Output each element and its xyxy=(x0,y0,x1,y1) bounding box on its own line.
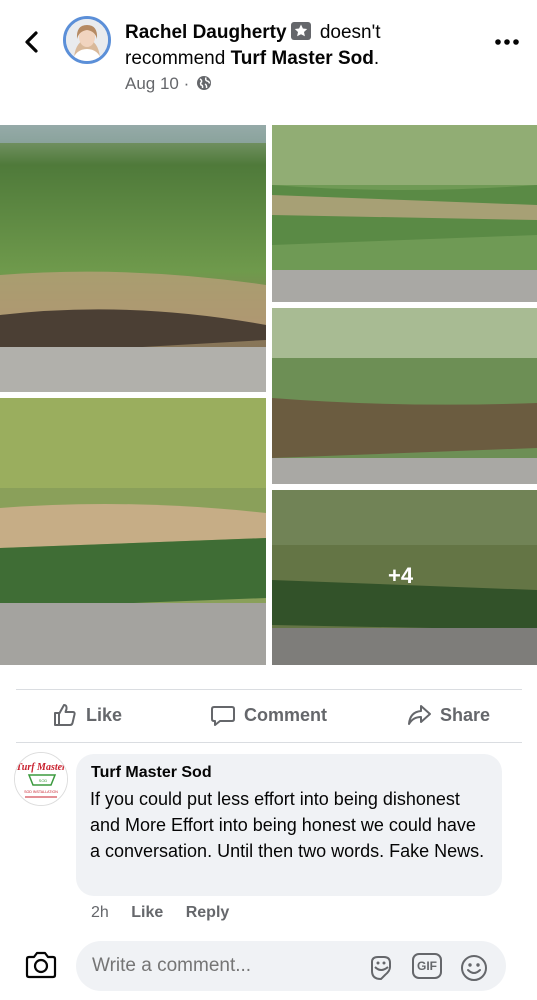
headline-period: . xyxy=(373,48,380,69)
meta-separator: · xyxy=(183,74,190,93)
star-badge-icon xyxy=(290,22,311,40)
commenter-avatar[interactable]: Turf Master SOD SOD INSTALLATION xyxy=(14,752,68,806)
chevron-left-icon[interactable] xyxy=(18,28,46,56)
divider-bottom xyxy=(16,742,522,743)
comment-reply-button[interactable]: Reply xyxy=(186,904,230,921)
comment-bubble: Turf Master Sod If you could put less ef… xyxy=(76,754,502,896)
post-headline: Rachel Daugherty doesn't recommend Turf … xyxy=(125,20,475,72)
logo-text-line2: SOD xyxy=(39,778,48,783)
comment-icon xyxy=(211,706,235,726)
comment-meta: 2h Like Reply xyxy=(91,904,247,922)
commenter-name[interactable]: Turf Master Sod xyxy=(91,764,488,782)
thumbs-up-icon xyxy=(54,704,76,726)
post-header: Rachel Daugherty doesn't recommend Turf … xyxy=(0,0,537,120)
post-actions: Like Comment Share xyxy=(16,690,522,742)
like-button[interactable]: Like xyxy=(52,702,122,728)
post-meta: Aug 10 · xyxy=(125,74,212,94)
share-label: Share xyxy=(440,704,491,725)
more-photos-count[interactable]: +4 xyxy=(388,563,413,589)
more-horizontal-icon[interactable] xyxy=(492,32,522,52)
like-label: Like xyxy=(86,704,123,725)
sticker-icon[interactable] xyxy=(366,953,396,983)
comment-like-button[interactable]: Like xyxy=(131,904,163,921)
post-date[interactable]: Aug 10 xyxy=(125,74,179,93)
page-name[interactable]: Turf Master Sod xyxy=(231,48,374,69)
emoji-icon[interactable] xyxy=(459,953,489,983)
photo-grid: +4 xyxy=(0,125,537,665)
globe-icon xyxy=(197,76,212,90)
author-avatar[interactable] xyxy=(63,16,111,64)
photo-3[interactable] xyxy=(272,308,537,484)
author-name[interactable]: Rachel Daugherty xyxy=(125,22,287,43)
comment-label: Comment xyxy=(244,704,328,725)
comment-text: If you could put less effort into being … xyxy=(90,789,485,861)
photo-1[interactable] xyxy=(0,125,266,392)
gif-icon[interactable]: GIF xyxy=(412,953,442,979)
share-icon xyxy=(408,705,431,725)
verb-text: doesn't xyxy=(319,22,381,43)
logo-text-line1: Turf Master xyxy=(16,762,66,773)
verb-text-2: recommend xyxy=(125,48,226,69)
camera-icon[interactable] xyxy=(24,950,58,980)
logo-text-line3: SOD INSTALLATION xyxy=(24,790,58,794)
share-button[interactable]: Share xyxy=(406,702,490,728)
photo-4[interactable] xyxy=(0,398,266,665)
comment-composer: GIF xyxy=(0,930,537,1000)
comment-time: 2h xyxy=(91,904,109,921)
photo-2[interactable] xyxy=(272,125,537,302)
comment-button[interactable]: Comment xyxy=(210,702,327,728)
